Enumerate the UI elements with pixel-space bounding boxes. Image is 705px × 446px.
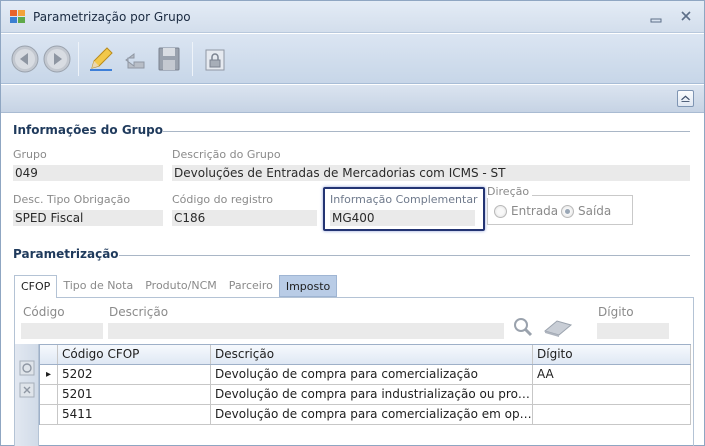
filter-descricao-label: Descrição — [109, 305, 169, 319]
section-divider — [119, 255, 690, 256]
cell-codigo[interactable]: 5202 — [58, 365, 211, 384]
app-grid-icon — [10, 10, 25, 23]
radio-entrada[interactable]: Entrada — [494, 204, 558, 218]
collapse-chevron-icon[interactable] — [677, 90, 694, 107]
filter-codigo-label: Código — [23, 305, 65, 319]
cell-descricao[interactable]: Devolução de compra para comercialização… — [211, 405, 533, 424]
undo-arrow-icon — [125, 53, 145, 69]
grupo-label: Grupo — [13, 148, 47, 161]
tab-imposto[interactable]: Imposto — [278, 275, 338, 297]
minimize-button[interactable] — [645, 7, 667, 27]
cell-digito[interactable]: AA — [533, 365, 691, 384]
search-icon[interactable] — [512, 316, 534, 338]
cell-codigo[interactable]: 5201 — [58, 385, 211, 404]
cfop-grid: Código CFOP Descrição Dígito ▸ 5202 Devo… — [39, 344, 691, 425]
edit-button[interactable] — [85, 43, 117, 75]
row-indicator — [40, 405, 58, 424]
radio-saida-label: Saída — [578, 204, 612, 218]
row-indicator — [40, 385, 58, 404]
column-header-digito[interactable]: Dígito — [533, 345, 691, 364]
filter-codigo-input[interactable] — [21, 323, 103, 339]
grid-side-strip — [15, 344, 39, 446]
column-header-descricao[interactable]: Descrição — [211, 345, 533, 364]
radio-saida[interactable]: Saída — [561, 204, 611, 218]
current-row-indicator-icon: ▸ — [40, 365, 58, 384]
info-complementar-label: Informação Complementar — [330, 193, 478, 206]
toolbar-separator — [192, 42, 193, 76]
tipo-obrigacao-field[interactable]: SPED Fiscal — [13, 210, 163, 226]
undo-button[interactable] — [119, 43, 151, 75]
grupo-field[interactable]: 049 — [13, 165, 163, 181]
radio-checked-icon — [561, 204, 574, 218]
cell-digito[interactable] — [533, 385, 691, 404]
radio-entrada-label: Entrada — [511, 204, 559, 218]
eraser-icon[interactable] — [541, 317, 575, 337]
radio-circle-icon — [494, 204, 507, 218]
section-divider — [163, 131, 690, 132]
codigo-registro-field[interactable]: C186 — [172, 210, 317, 226]
pencil-icon — [90, 47, 113, 71]
panel-header-bar — [1, 85, 704, 113]
table-row[interactable]: 5201 Devolução de compra para industrial… — [40, 385, 691, 405]
title-bar: Parametrização por Grupo — [1, 1, 704, 33]
lock-icon — [205, 49, 225, 71]
window-title: Parametrização por Grupo — [33, 10, 191, 24]
cell-descricao[interactable]: Devolução de compra para industrializaçã… — [211, 385, 533, 404]
forward-button[interactable] — [41, 43, 73, 75]
filter-digito-input[interactable] — [597, 323, 669, 339]
arrow-left-icon — [11, 45, 39, 73]
tipo-obrigacao-label: Desc. Tipo Obrigação — [13, 193, 131, 206]
floppy-disk-icon — [158, 47, 180, 71]
table-row[interactable]: ▸ 5202 Devolução de compra para comercia… — [40, 365, 691, 385]
cell-descricao[interactable]: Devolução de compra para comercialização — [211, 365, 533, 384]
cell-digito[interactable] — [533, 405, 691, 424]
grid-header-row: Código CFOP Descrição Dígito — [40, 344, 691, 365]
close-button[interactable] — [675, 7, 697, 27]
filter-digito-label: Dígito — [598, 305, 634, 319]
grid-header-indicator — [40, 345, 58, 364]
arrow-right-icon — [43, 45, 71, 73]
back-button[interactable] — [9, 43, 41, 75]
tab-cfop[interactable]: CFOP — [14, 275, 58, 298]
tab-strip: CFOP Tipo de Nota Produto/NCM Parceiro I… — [14, 275, 338, 298]
cell-codigo[interactable]: 5411 — [58, 405, 211, 424]
info-complementar-field[interactable]: MG400 — [330, 210, 475, 226]
descricao-grupo-label: Descrição do Grupo — [172, 148, 281, 161]
save-button[interactable] — [153, 43, 185, 75]
direcao-label: Direção — [487, 185, 533, 198]
codigo-registro-label: Código do registro — [172, 193, 274, 206]
section-title-grupo: Informações do Grupo — [13, 123, 163, 137]
lock-button[interactable] — [199, 43, 231, 75]
refresh-icon[interactable] — [19, 360, 35, 376]
column-header-codigo-cfop[interactable]: Código CFOP — [58, 345, 211, 364]
tab-parceiro[interactable]: Parceiro — [223, 275, 279, 297]
delete-row-icon[interactable] — [19, 382, 35, 398]
window: Parametrização por Grupo Informações do … — [0, 0, 705, 446]
filter-descricao-input[interactable] — [108, 323, 504, 339]
tab-tipo-de-nota[interactable]: Tipo de Nota — [57, 275, 139, 297]
table-row[interactable]: 5411 Devolução de compra para comerciali… — [40, 405, 691, 425]
toolbar-separator — [78, 42, 79, 76]
toolbar — [1, 34, 704, 84]
section-title-parametrizacao: Parametrização — [13, 247, 119, 261]
descricao-grupo-field[interactable]: Devoluções de Entradas de Mercadorias co… — [172, 165, 690, 181]
tab-produto-ncm[interactable]: Produto/NCM — [139, 275, 223, 297]
